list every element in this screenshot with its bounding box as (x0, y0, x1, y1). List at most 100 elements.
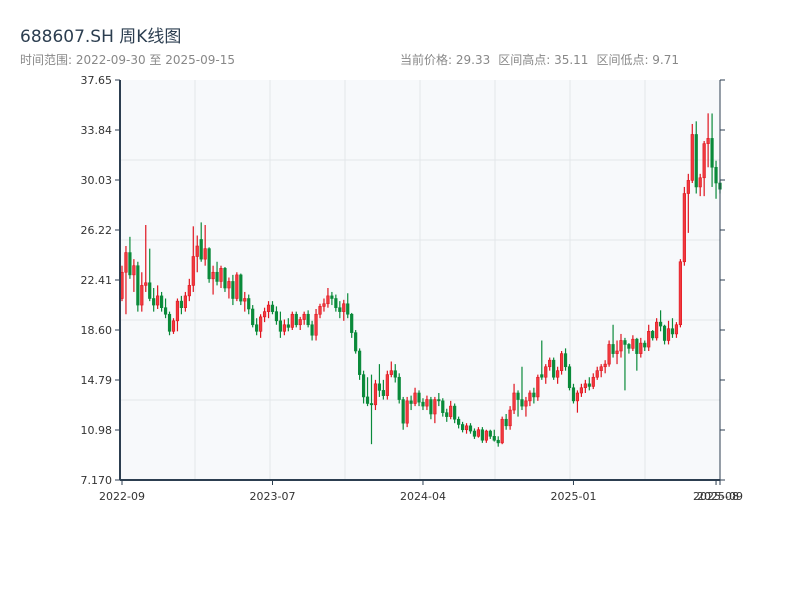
candle-body (397, 376, 401, 400)
candle-body (124, 252, 128, 273)
candle-body (270, 304, 275, 312)
x-tick-label: 2023-07 (250, 490, 296, 503)
candle-body (128, 252, 132, 276)
candle-body (203, 248, 207, 260)
candle-body (156, 295, 160, 306)
candle-body (385, 374, 389, 396)
candle-body (247, 298, 251, 310)
candle-body (330, 295, 334, 299)
candle-body (666, 328, 671, 341)
candle-body (306, 313, 310, 326)
candle-body (468, 425, 473, 432)
candle-body (516, 392, 520, 400)
candle-body (678, 261, 682, 326)
candle-body (615, 350, 619, 354)
candle-body (373, 383, 378, 406)
candle-body (563, 353, 568, 368)
candle-body (532, 392, 536, 398)
candle-body (567, 366, 572, 389)
candle-body (425, 399, 429, 407)
candle-body (631, 338, 635, 349)
candle-body (496, 439, 500, 444)
x-tick-label: 2024-04 (400, 490, 446, 503)
candle-body (599, 366, 603, 371)
candle-body (314, 313, 318, 336)
candle-body (144, 282, 148, 286)
candle-body (243, 298, 247, 302)
candle-up (678, 259, 682, 328)
y-tick-label: 33.84 (81, 124, 113, 137)
candle-body (520, 399, 524, 407)
candle-up (171, 318, 176, 334)
candlestick-chart: 7.170 10.98 14.79 18.60 22.41 26.22 30.03 33.84… (81, 74, 743, 503)
candle-body (643, 342, 647, 348)
candle-down (567, 364, 572, 391)
candle-body (583, 383, 587, 389)
candle-body (179, 300, 184, 308)
candle-body (120, 271, 124, 299)
candle-body (148, 282, 152, 299)
candle-body (429, 399, 433, 415)
candle-body (369, 403, 374, 406)
candle-body (342, 303, 346, 312)
candle-body (199, 239, 203, 260)
candle-body (389, 370, 393, 375)
x-tick-label: 2025-09 (697, 490, 743, 503)
candle-body (365, 396, 370, 404)
candle-body (587, 383, 591, 387)
y-tick-label: 18.60 (81, 324, 113, 337)
candle-body (449, 405, 453, 417)
candle-body (235, 274, 239, 299)
candle-body (464, 425, 469, 431)
candle-body (472, 430, 477, 437)
x-tick-label: 2022-09 (99, 490, 145, 503)
candle-body (619, 340, 623, 352)
candle-body (251, 308, 255, 326)
candle-body (714, 166, 718, 184)
candle-body (710, 138, 714, 168)
candle-body (377, 383, 382, 391)
candle-body (524, 400, 528, 407)
candle-body (579, 387, 583, 394)
candle-body (536, 376, 540, 398)
candle-up (290, 311, 294, 330)
candle-body (132, 265, 136, 276)
candle-down (294, 311, 298, 328)
candle-body (500, 418, 504, 444)
candle-body (635, 338, 639, 354)
candle-body (286, 324, 290, 328)
candle-body (559, 353, 564, 371)
candle-body (658, 321, 663, 327)
candle-body (223, 268, 227, 289)
candle-body (354, 332, 358, 352)
candle-body (215, 271, 219, 282)
candle-body (175, 300, 180, 322)
candle-body (437, 399, 441, 402)
candle-body (670, 328, 675, 335)
candle-body (445, 412, 449, 417)
candle-body (211, 271, 215, 280)
candle-body (647, 331, 651, 348)
candle-body (603, 363, 607, 368)
candle-body (187, 285, 191, 297)
candle-body (460, 424, 465, 431)
candle-body (528, 392, 532, 402)
y-tick-label: 10.98 (81, 424, 113, 437)
y-tick-label: 14.79 (81, 374, 113, 387)
candle-body (274, 311, 279, 322)
candle-body (417, 392, 421, 403)
candle-body (575, 392, 580, 402)
candle-body (136, 265, 140, 306)
candle-body (239, 274, 243, 302)
candle-body (207, 248, 211, 280)
candle-body (698, 177, 702, 188)
candle-body (480, 429, 484, 441)
candle-body (163, 307, 168, 315)
candle-body (492, 435, 496, 441)
candle-body (706, 138, 710, 144)
candle-body (595, 370, 599, 378)
candle-body (674, 324, 679, 335)
candle-body (322, 303, 326, 307)
candle-body (140, 285, 144, 306)
candle-body (282, 324, 286, 332)
